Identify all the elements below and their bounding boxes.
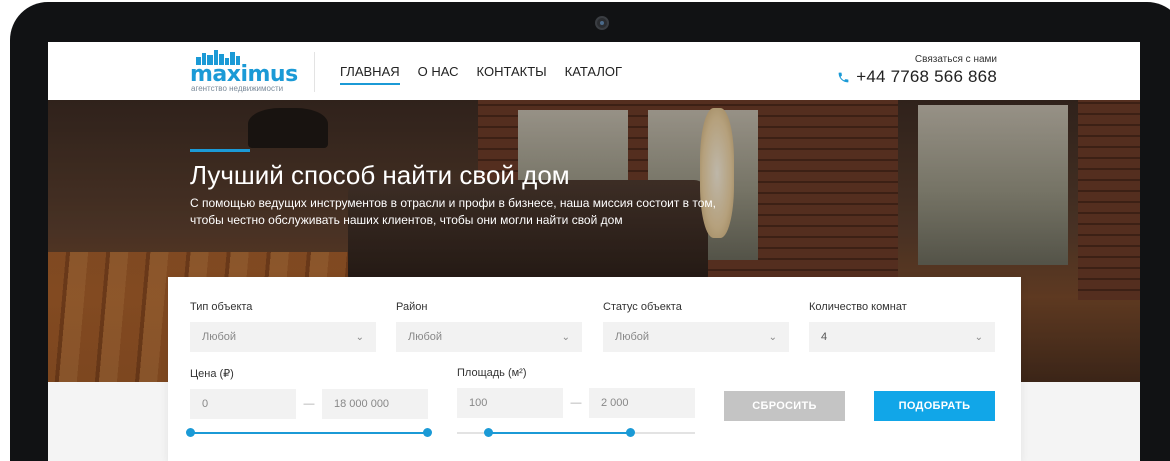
price-min-input[interactable]: 0 bbox=[190, 389, 296, 419]
rooms-select[interactable]: 4 ⌄ bbox=[809, 322, 995, 352]
field-label: Статус объекта bbox=[603, 301, 682, 313]
site-header: maximus агентство недвижимости ГЛАВНАЯ О… bbox=[48, 42, 1140, 100]
search-panel: Тип объекта Любой ⌄ Район Любой ⌄ Статус… bbox=[168, 277, 1021, 461]
field-object-status: Статус объекта Любой ⌄ bbox=[603, 301, 789, 352]
price-range: 0 — 18 000 000 bbox=[190, 389, 428, 419]
phone-number: +44 7768 566 868 bbox=[856, 67, 997, 86]
field-price: Цена (₽) 0 — 18 000 000 bbox=[190, 367, 428, 419]
header-divider bbox=[314, 52, 315, 92]
select-value: Любой bbox=[408, 331, 443, 343]
price-slider-min-handle[interactable] bbox=[186, 428, 195, 437]
select-value: Любой bbox=[615, 331, 650, 343]
field-object-type: Тип объекта Любой ⌄ bbox=[190, 301, 376, 352]
phone-icon bbox=[838, 72, 849, 82]
area-range: 100 — 2 000 bbox=[457, 388, 695, 418]
field-label: Тип объекта bbox=[190, 301, 253, 313]
contact-label: Связаться с нами bbox=[914, 54, 997, 65]
nav-item-contacts[interactable]: КОНТАКТЫ bbox=[477, 64, 547, 85]
website-screen: maximus агентство недвижимости ГЛАВНАЯ О… bbox=[48, 42, 1140, 461]
hero-subtitle-line-1: С помощью ведущих инструментов в отрасли… bbox=[190, 196, 716, 210]
object-type-select[interactable]: Любой ⌄ bbox=[190, 322, 376, 352]
chevron-down-icon: ⌄ bbox=[768, 331, 777, 343]
price-slider-fill bbox=[190, 432, 428, 434]
price-label: Цена (₽) bbox=[190, 368, 234, 380]
hero-accent-bar bbox=[190, 149, 250, 152]
field-label: Количество комнат bbox=[809, 301, 907, 313]
area-label: Площадь (м²) bbox=[457, 367, 527, 379]
hero-subtitle: С помощью ведущих инструментов в отрасли… bbox=[190, 195, 750, 229]
range-dash: — bbox=[303, 398, 315, 410]
field-rooms: Количество комнат 4 ⌄ bbox=[809, 301, 995, 352]
hero-subtitle-line-2: чтобы честно обслуживать наших клиентов,… bbox=[190, 213, 623, 227]
chevron-down-icon: ⌄ bbox=[974, 331, 983, 343]
select-value: 4 bbox=[821, 331, 828, 343]
object-status-select[interactable]: Любой ⌄ bbox=[603, 322, 789, 352]
price-slider[interactable] bbox=[186, 428, 432, 437]
submit-button[interactable]: ПОДОБРАТЬ bbox=[874, 391, 995, 421]
field-label: Район bbox=[396, 301, 428, 313]
field-district: Район Любой ⌄ bbox=[396, 301, 582, 352]
area-slider-max-handle[interactable] bbox=[625, 428, 635, 437]
camera-icon bbox=[595, 16, 609, 30]
chevron-down-icon: ⌄ bbox=[561, 331, 570, 343]
nav-item-catalog[interactable]: КАТАЛОГ bbox=[565, 64, 622, 85]
main-nav: ГЛАВНАЯ О НАС КОНТАКТЫ КАТАЛОГ bbox=[340, 64, 622, 85]
range-dash: — bbox=[570, 397, 582, 409]
district-select[interactable]: Любой ⌄ bbox=[396, 322, 582, 352]
phone-link[interactable]: +44 7768 566 868 bbox=[837, 67, 997, 87]
area-slider-fill bbox=[487, 432, 631, 434]
hero-title: Лучший способ найти свой дом bbox=[190, 160, 570, 190]
chevron-down-icon: ⌄ bbox=[355, 331, 364, 343]
nav-item-about[interactable]: О НАС bbox=[418, 64, 459, 85]
field-area: Площадь (м²) 100 — 2 000 bbox=[457, 367, 695, 418]
price-max-input[interactable]: 18 000 000 bbox=[322, 389, 428, 419]
area-max-input[interactable]: 2 000 bbox=[589, 388, 695, 418]
area-min-input[interactable]: 100 bbox=[457, 388, 563, 418]
reset-button[interactable]: СБРОСИТЬ bbox=[724, 391, 845, 421]
area-slider-min-handle[interactable] bbox=[483, 428, 493, 437]
nav-item-home[interactable]: ГЛАВНАЯ bbox=[340, 64, 400, 85]
select-value: Любой bbox=[202, 331, 237, 343]
logo[interactable]: maximus агентство недвижимости bbox=[190, 49, 298, 93]
area-slider[interactable] bbox=[457, 428, 695, 437]
logo-tagline: агентство недвижимости bbox=[191, 84, 284, 93]
price-slider-max-handle[interactable] bbox=[423, 428, 432, 437]
